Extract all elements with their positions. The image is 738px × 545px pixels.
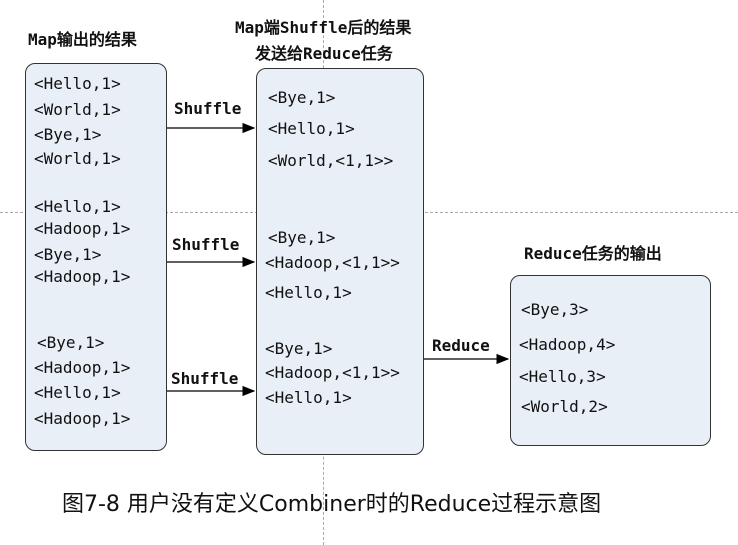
arrows-layer <box>167 122 510 397</box>
shuffle-label-2: Shuffle <box>172 235 240 254</box>
shuffle-label-1: Shuffle <box>174 99 242 118</box>
reduce-label: Reduce <box>432 336 490 355</box>
shuffle-label-3: Shuffle <box>171 369 239 388</box>
figure-caption: 图7-8 用户没有定义Combiner时的Reduce过程示意图 <box>62 492 602 517</box>
